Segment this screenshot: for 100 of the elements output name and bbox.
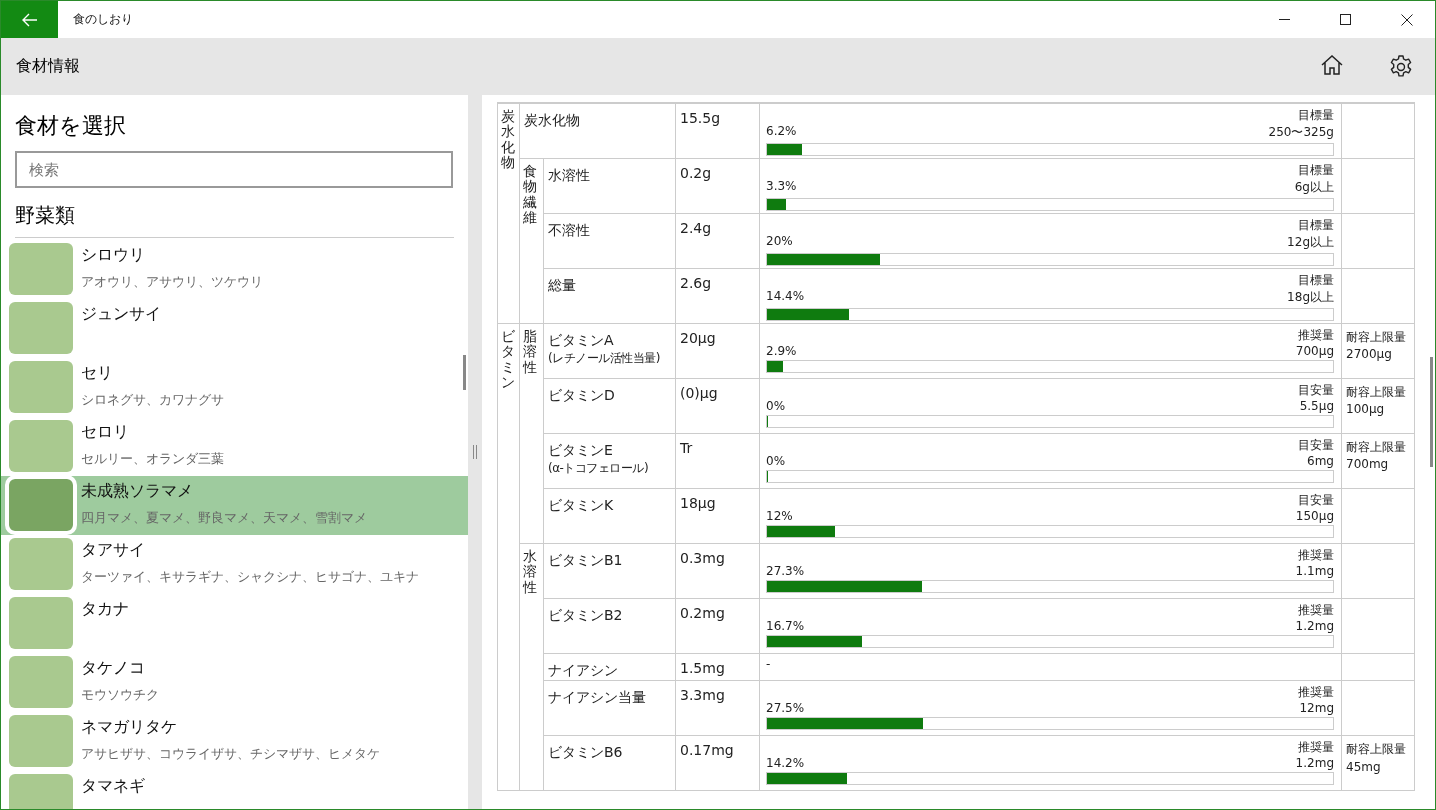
percent-reading: 27.5% [766, 701, 805, 716]
upper-limit-value: 45mg [1346, 758, 1382, 776]
reference-label: 目安量 [1298, 492, 1334, 509]
nutrient-note: (α-トコフェロール) [548, 460, 650, 478]
close-icon[interactable] [1401, 13, 1413, 26]
food-list-item[interactable]: シロウリ アオウリ、アサウリ、ツケウリ [1, 240, 468, 299]
nutrient-name: 総量 [548, 276, 577, 295]
nutrient-name: ナイアシン当量 [548, 688, 647, 708]
reference-label: 推奨量 [1298, 684, 1334, 702]
nutrient-amount: 2.6g [680, 275, 712, 291]
reference-label: 推奨量 [1298, 327, 1334, 344]
reference-label: 推奨量 [1298, 602, 1334, 619]
reference-value: 18g以上 [1287, 289, 1334, 306]
nutrient-name: ビタミンD [548, 386, 616, 405]
search-field[interactable]: 検索 [15, 151, 453, 188]
nutrient-name: 炭水化物 [524, 111, 581, 130]
percent-reading: 14.2% [766, 756, 805, 771]
food-aliases: セルリー、オランダ三葉 [81, 450, 224, 468]
food-list-item[interactable]: ネマガリタケ アサヒザサ、コウライザサ、チシマザサ、ヒメタケ [1, 712, 468, 771]
food-name: タアサイ [81, 540, 146, 561]
reference-label: 推奨量 [1298, 739, 1334, 757]
photo-placeholder [9, 656, 73, 708]
nutrient-amount: 15.5g [680, 110, 721, 126]
no-data-mark: - [766, 657, 771, 671]
photo-placeholder [9, 243, 73, 295]
nutrient-amount: 20μg [680, 330, 716, 346]
upper-limit-label: 耐容上限量 [1346, 741, 1407, 759]
food-aliases: アサヒザサ、コウライザサ、チシマザサ、ヒメタケ [81, 745, 380, 763]
upper-limit-label: 耐容上限量 [1346, 329, 1407, 346]
upper-limit-value: 2700μg [1346, 346, 1393, 364]
nutrient-name: ビタミンE [548, 441, 614, 460]
photo-placeholder [9, 538, 73, 590]
nutrient-amount: 0.3mg [680, 550, 725, 566]
upper-limit-value: 700mg [1346, 456, 1390, 474]
category-heading: 野菜類 [15, 202, 454, 238]
nutrient-name: ビタミンB2 [548, 606, 624, 625]
reference-label: 目標量 [1298, 107, 1334, 124]
photo-placeholder [9, 597, 73, 649]
food-name: ジュンサイ [81, 304, 161, 325]
photo-placeholder [9, 302, 73, 354]
reference-value: 1.1mg [1295, 564, 1334, 578]
nutrient-name: ビタミンA [548, 331, 615, 350]
food-name: シロウリ [81, 245, 146, 266]
food-name: タマネギ [81, 776, 145, 797]
food-name: ネマガリタケ [81, 717, 178, 738]
nutrient-amount: 0.2mg [680, 605, 725, 621]
food-aliases: アオウリ、アサウリ、ツケウリ [81, 273, 263, 291]
food-aliases: シロネグサ、カワナグサ [81, 391, 224, 409]
reference-value: 12mg [1299, 701, 1334, 716]
reference-label: 目標量 [1298, 162, 1334, 179]
food-name: タケノコ [81, 658, 146, 679]
food-list-item[interactable]: タケノコ モウソウチク [1, 653, 468, 712]
food-name: 未成熟ソラマメ [81, 481, 194, 502]
percent-reading: 16.7% [766, 619, 805, 633]
sidebar-heading: 食材を選択 [15, 112, 127, 140]
maximize-icon[interactable] [1340, 14, 1351, 25]
percent-reading: 0% [766, 454, 786, 468]
food-aliases: ターツァイ、キサラギナ、シャクシナ、ヒサゴナ、ユキナ [81, 568, 419, 586]
nutrient-name: ビタミンB6 [548, 743, 624, 763]
back-arrow-icon [21, 12, 38, 27]
home-icon [1321, 54, 1343, 75]
food-list-item[interactable]: 未成熟ソラマメ 四月マメ、夏マメ、野良マメ、天マメ、雪割マメ [1, 476, 468, 535]
subgroup-label: 脂溶性 [523, 329, 537, 376]
food-list-item[interactable]: セリ シロネグサ、カワナグサ [1, 358, 468, 417]
back-button[interactable] [1, 1, 58, 38]
upper-limit-value: 100μg [1346, 401, 1386, 419]
scrollbar-thumb[interactable] [463, 355, 466, 390]
splitter-handle[interactable] [468, 95, 482, 809]
nutrient-note: (レチノール活性当量) [548, 350, 661, 368]
food-list-item[interactable]: タマネギ [1, 771, 468, 809]
reference-label: 目標量 [1298, 217, 1334, 234]
percent-reading: 14.4% [766, 289, 805, 305]
group-label: 炭水化物 [501, 109, 515, 171]
nutrient-name: ナイアシン [548, 661, 619, 680]
nutrient-amount: 18μg [680, 495, 716, 511]
nutrient-amount: 2.4g [680, 220, 712, 236]
reference-value: 700μg [1295, 344, 1334, 358]
reference-label: 目安量 [1298, 382, 1334, 399]
food-aliases: 四月マメ、夏マメ、野良マメ、天マメ、雪割マメ [81, 509, 367, 527]
nutrient-name: ビタミンK [548, 496, 615, 515]
food-list-item[interactable]: ジュンサイ [1, 299, 468, 358]
food-list-item[interactable]: タアサイ ターツァイ、キサラギナ、シャクシナ、ヒサゴナ、ユキナ [1, 535, 468, 594]
percent-reading: 3.3% [766, 179, 797, 195]
group-label: ビタミン [501, 329, 515, 391]
reference-value: 250〜325g [1268, 124, 1334, 141]
reference-value: 12g以上 [1287, 234, 1334, 251]
scrollbar-thumb[interactable] [1430, 357, 1433, 467]
reference-value: 150μg [1295, 509, 1334, 523]
percent-reading: 2.9% [766, 344, 797, 358]
food-name: セリ [81, 363, 114, 384]
photo-placeholder [9, 420, 73, 472]
food-list-item[interactable]: タカナ [1, 594, 468, 653]
percent-reading: 6.2% [766, 124, 797, 140]
food-aliases: モウソウチク [81, 686, 159, 704]
nutrient-amount: 3.3mg [680, 687, 725, 704]
reference-label: 目安量 [1298, 437, 1334, 454]
upper-limit-label: 耐容上限量 [1346, 384, 1407, 401]
settings-icon [1389, 54, 1413, 79]
percent-reading: 20% [766, 234, 793, 250]
food-list-item[interactable]: セロリ セルリー、オランダ三葉 [1, 417, 468, 476]
